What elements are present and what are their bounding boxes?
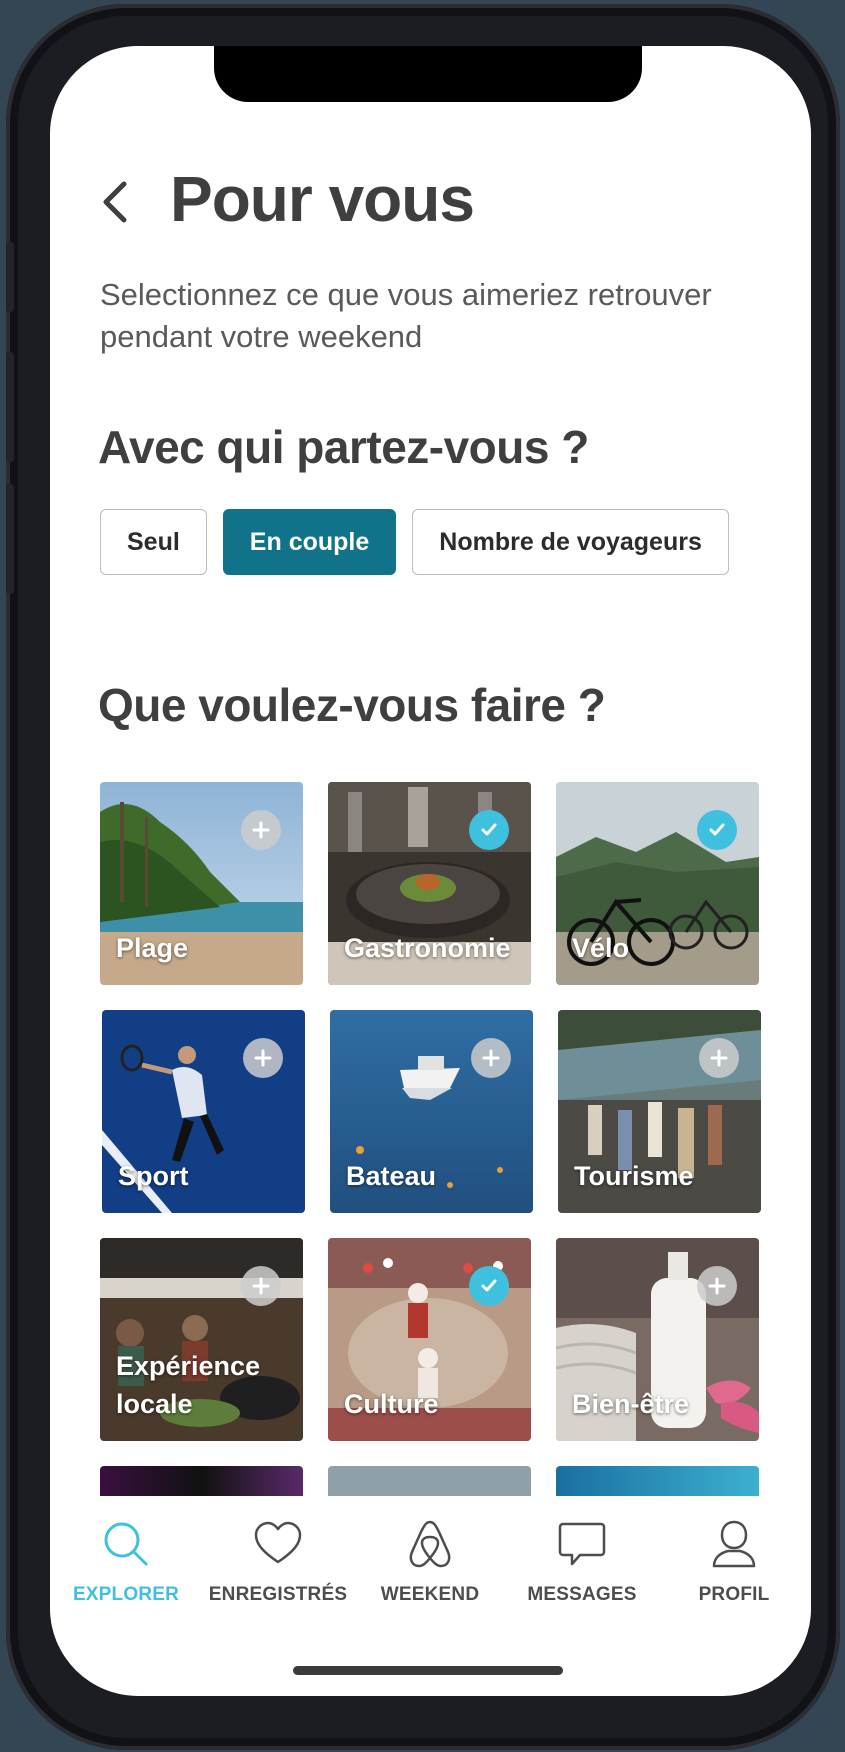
activity-tile-bateau[interactable]: Bateau: [330, 1010, 533, 1213]
check-icon[interactable]: [469, 1266, 509, 1306]
page-subtitle: Selectionnez ce que vous aimeriez retrou…: [100, 277, 712, 354]
activity-label: Bateau: [346, 1161, 437, 1191]
tab-weekend[interactable]: WEEKEND: [354, 1496, 506, 1606]
tab-messages[interactable]: MESSAGES: [506, 1496, 658, 1606]
tab-label: ENREGISTRÉS: [208, 1584, 348, 1605]
chat-bubble-icon: [558, 1522, 606, 1566]
tab-explorer[interactable]: EXPLORER: [50, 1496, 202, 1606]
add-icon[interactable]: [241, 1266, 281, 1306]
tab-label: MESSAGES: [527, 1584, 637, 1605]
add-icon[interactable]: [243, 1038, 283, 1078]
partial-tile[interactable]: [328, 1466, 531, 1500]
activity-label: Tourisme: [574, 1161, 694, 1191]
tab-profil[interactable]: PROFIL: [658, 1496, 810, 1606]
activity-tile-plage[interactable]: Plage: [100, 782, 303, 985]
app-screen: Pour vous Selectionnez ce que vous aimer…: [50, 46, 811, 1696]
activity-tile-bien-etre[interactable]: Bien-être: [556, 1238, 759, 1441]
page-title: Pour vous: [170, 163, 475, 235]
bottom-tab-bar: EXPLORER ENREGISTRÉS WEEKEND MESSAGES PR…: [50, 1496, 811, 1646]
home-indicator[interactable]: [293, 1666, 563, 1675]
tab-label: PROFIL: [698, 1584, 770, 1605]
add-icon[interactable]: [241, 810, 281, 850]
volume-up-button: [6, 352, 14, 462]
activities-section-title: Que voulez-vous faire ?: [98, 679, 606, 731]
activity-tile-culture[interactable]: Culture: [328, 1238, 531, 1441]
phone-frame: Pour vous Selectionnez ce que vous aimer…: [6, 4, 840, 1750]
activity-label: Culture: [344, 1389, 439, 1419]
activity-tile-velo[interactable]: Vélo: [556, 782, 759, 985]
partial-tile[interactable]: [100, 1466, 303, 1500]
activity-label: Sport: [118, 1161, 189, 1191]
chip-en-couple[interactable]: En couple: [222, 509, 397, 575]
companions-section-title: Avec qui partez-vous ?: [98, 421, 589, 473]
activity-label: Bien-être: [572, 1389, 690, 1419]
airbnb-logo-icon: [409, 1520, 451, 1568]
activity-label: Gastronomie: [344, 933, 511, 963]
activity-label: Vélo: [572, 933, 630, 963]
user-icon: [712, 1520, 756, 1568]
mute-switch: [6, 242, 14, 312]
companion-options: Seul En couple Nombre de voyageurs: [100, 509, 729, 575]
chip-seul[interactable]: Seul: [100, 509, 207, 575]
check-icon[interactable]: [697, 810, 737, 850]
tab-enregistres[interactable]: ENREGISTRÉS: [202, 1496, 354, 1606]
tab-label: EXPLORER: [72, 1584, 180, 1605]
activity-tile-gastronomie[interactable]: Gastronomie: [328, 782, 531, 985]
tab-label: WEEKEND: [380, 1584, 480, 1605]
partial-tile[interactable]: [556, 1466, 759, 1500]
add-icon[interactable]: [699, 1038, 739, 1078]
activity-label: Plage: [116, 933, 189, 963]
search-icon: [104, 1522, 148, 1566]
add-icon[interactable]: [697, 1266, 737, 1306]
partial-tiles-row: [100, 1466, 760, 1500]
heart-icon: [254, 1521, 302, 1564]
activity-tile-experience-locale[interactable]: Expérience locale: [100, 1238, 303, 1441]
check-icon[interactable]: [469, 810, 509, 850]
notch: [214, 46, 642, 102]
activity-label: Expérience locale: [116, 1351, 261, 1419]
volume-down-button: [6, 484, 14, 594]
activity-tile-sport[interactable]: Sport: [102, 1010, 305, 1213]
chip-nombre-de-voyageurs[interactable]: Nombre de voyageurs: [412, 509, 729, 575]
add-icon[interactable]: [471, 1038, 511, 1078]
back-chevron-icon[interactable]: [96, 174, 136, 230]
activity-tile-tourisme[interactable]: Tourisme: [558, 1010, 761, 1213]
